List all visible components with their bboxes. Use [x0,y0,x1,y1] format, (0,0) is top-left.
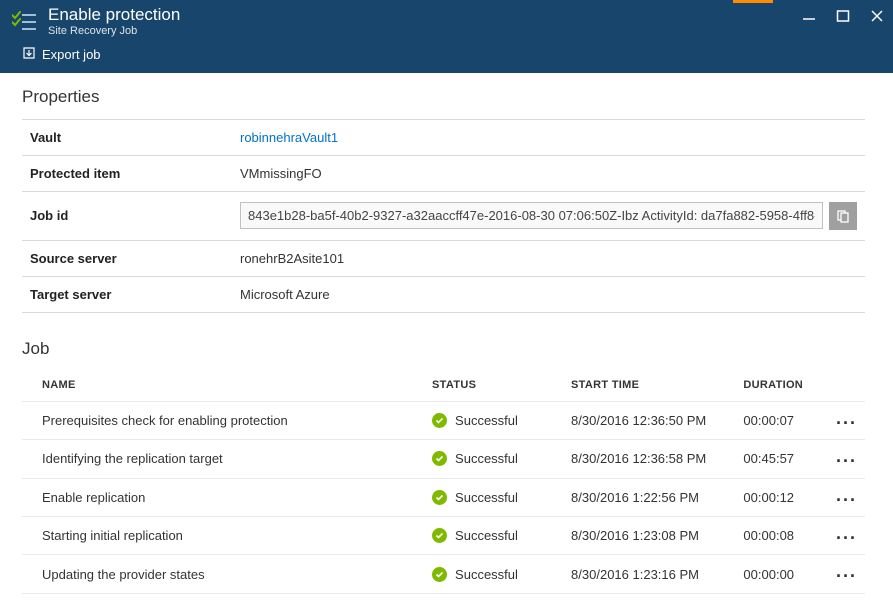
close-button[interactable] [869,8,885,24]
job-duration: 00:45:57 [735,440,825,478]
export-icon [22,46,36,63]
target-server-value: Microsoft Azure [232,276,865,312]
job-duration: 00:00:12 [735,478,825,516]
row-actions-button[interactable]: ... [836,531,857,544]
command-bar: Export job [0,42,893,73]
job-name: Identifying the replication target [22,440,424,478]
table-row[interactable]: Updating the provider states Successful 8/… [22,555,865,593]
job-duration: 00:00:00 [735,555,825,593]
job-start-time: 8/30/2016 12:36:58 PM [563,440,735,478]
job-duration: 00:00:07 [735,401,825,439]
row-actions-button[interactable]: ... [836,493,857,506]
minimize-button[interactable] [801,8,817,24]
job-status: Successful [455,528,518,543]
row-actions-button[interactable]: ... [836,416,857,429]
job-id-input[interactable] [240,202,823,229]
source-server-label: Source server [22,240,232,276]
job-start-time: 8/30/2016 1:23:08 PM [563,517,735,555]
table-row[interactable]: Starting initial replication Successful 8/… [22,517,865,555]
properties-heading: Properties [22,87,865,107]
job-status: Successful [455,413,518,428]
job-table: NAME STATUS START TIME DURATION Prerequi… [22,371,865,594]
job-name: Starting initial replication [22,517,424,555]
job-start-time: 8/30/2016 12:36:50 PM [563,401,735,439]
target-server-label: Target server [22,276,232,312]
success-icon [432,490,447,505]
table-row[interactable]: Prerequisites check for enabling protect… [22,401,865,439]
maximize-button[interactable] [835,8,851,24]
job-status: Successful [455,451,518,466]
col-status[interactable]: STATUS [424,371,563,402]
export-job-label: Export job [42,47,101,62]
job-heading: Job [22,339,865,359]
job-id-label: Job id [22,191,232,240]
job-status: Successful [455,567,518,582]
properties-table: Vault robinnehraVault1 Protected item VM… [22,119,865,313]
title-bar: Enable protection Site Recovery Job [0,0,893,42]
row-actions-button[interactable]: ... [836,454,857,467]
page-title: Enable protection [48,6,180,25]
vault-value[interactable]: robinnehraVault1 [232,119,865,155]
source-server-value: ronehrB2Asite101 [232,240,865,276]
page-subtitle: Site Recovery Job [48,25,180,38]
copy-button[interactable] [829,202,857,230]
export-job-button[interactable]: Export job [22,46,101,63]
recovery-job-icon [10,7,40,37]
accent-bar [733,0,773,3]
success-icon [432,451,447,466]
job-status: Successful [455,490,518,505]
job-name: Prerequisites check for enabling protect… [22,401,424,439]
job-duration: 00:00:08 [735,517,825,555]
table-row[interactable]: Identifying the replication target Succes… [22,440,865,478]
job-start-time: 8/30/2016 1:23:16 PM [563,555,735,593]
job-name: Updating the provider states [22,555,424,593]
row-actions-button[interactable]: ... [836,569,857,582]
success-icon [432,567,447,582]
success-icon [432,528,447,543]
col-name[interactable]: NAME [22,371,424,402]
job-name: Enable replication [22,478,424,516]
success-icon [432,413,447,428]
table-row[interactable]: Enable replication Successful 8/30/2016 1:… [22,478,865,516]
job-start-time: 8/30/2016 1:22:56 PM [563,478,735,516]
col-duration[interactable]: DURATION [735,371,825,402]
vault-label: Vault [22,119,232,155]
col-start-time[interactable]: START TIME [563,371,735,402]
protected-item-value: VMmissingFO [232,155,865,191]
protected-item-label: Protected item [22,155,232,191]
